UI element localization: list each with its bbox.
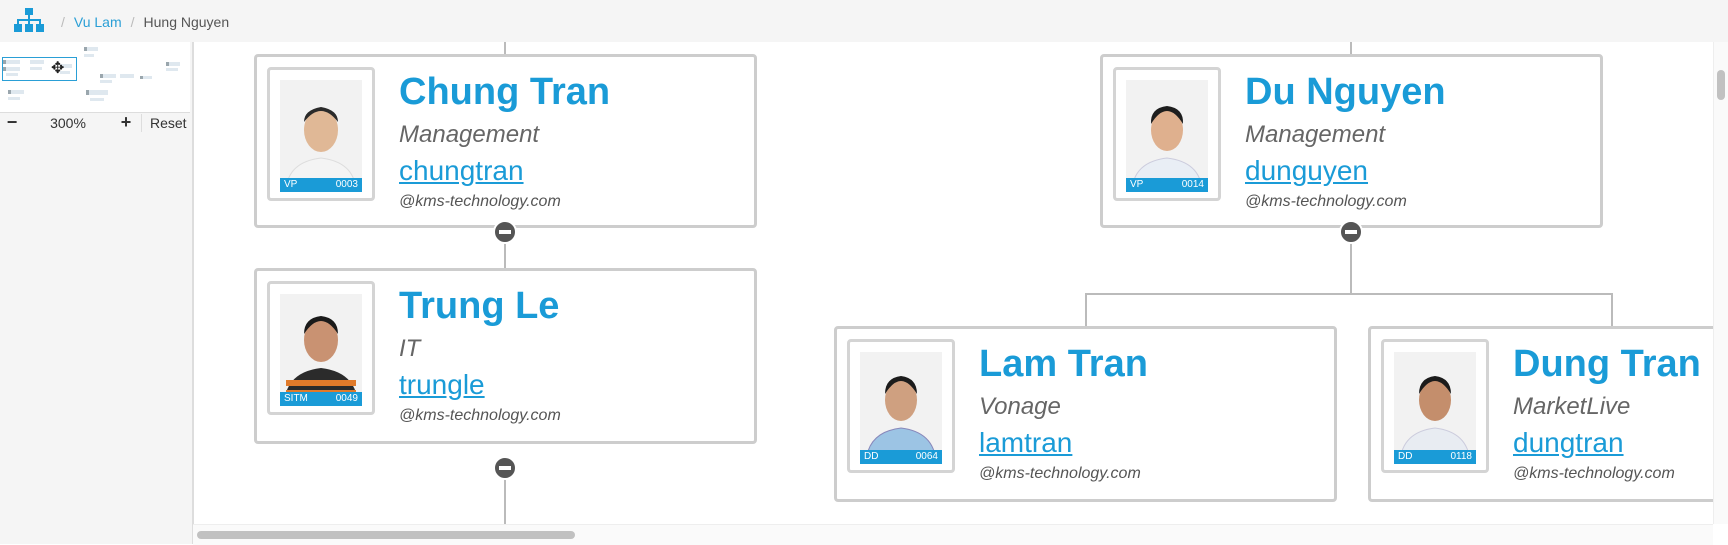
employee-card-du-nguyen[interactable]: VP 0014 Du Nguyen Management dunguyen @km…: [1100, 54, 1603, 228]
employee-photo[interactable]: [860, 352, 942, 462]
photo-frame: SITM 0049: [267, 281, 375, 415]
employee-card-trung-le[interactable]: SITM 0049 Trung Le IT trungle @kms-techno…: [254, 268, 757, 444]
employee-tag: SITM 0049: [280, 392, 362, 406]
minimap-viewport[interactable]: [2, 57, 77, 81]
employee-card-dung-tran[interactable]: DD 0118 Dung Tran MarketLive dungtran @km…: [1368, 326, 1714, 502]
navigator-panel: ✥ − 300% + Reset: [0, 42, 193, 544]
employee-username-link[interactable]: dungtran: [1513, 427, 1624, 459]
connector-line: [504, 476, 506, 524]
collapse-icon[interactable]: [1339, 220, 1363, 244]
minimap[interactable]: ✥: [0, 42, 190, 113]
move-icon[interactable]: ✥: [51, 61, 64, 77]
breadcrumb-item-current: Hung Nguyen: [143, 14, 230, 30]
collapse-icon[interactable]: [493, 220, 517, 244]
employee-card-chung-tran[interactable]: VP 0003 Chung Tran Management chungtran @…: [254, 54, 757, 228]
employee-department: IT: [399, 335, 421, 362]
connector-line: [1085, 293, 1087, 326]
employee-username-link[interactable]: dunguyen: [1245, 155, 1368, 187]
employee-department: Vonage: [979, 393, 1061, 420]
breadcrumb: / Vu Lam / Hung Nguyen: [52, 14, 229, 30]
employee-tag: DD 0064: [860, 450, 942, 464]
person-icon: [1399, 376, 1471, 462]
reset-button[interactable]: Reset: [150, 115, 187, 131]
employee-email-domain: @kms-technology.com: [1245, 193, 1407, 210]
connector-line: [1611, 293, 1613, 326]
employee-department: Management: [399, 121, 540, 148]
employee-id: 0014: [1181, 179, 1204, 190]
employee-email-domain: @kms-technology.com: [399, 407, 561, 424]
grade-label: DD: [1398, 451, 1413, 462]
person-icon: [865, 376, 937, 462]
breadcrumb-separator: /: [61, 14, 65, 30]
employee-id: 0049: [335, 393, 358, 404]
person-icon: [284, 316, 358, 404]
photo-frame: DD 0064: [847, 339, 955, 473]
employee-name: Dung Tran: [1513, 343, 1701, 385]
zoom-out-button[interactable]: −: [4, 112, 20, 132]
employee-photo[interactable]: [1126, 80, 1208, 190]
connector-line: [1350, 42, 1352, 54]
employee-email-domain: @kms-technology.com: [1513, 465, 1675, 482]
horizontal-scrollbar-thumb[interactable]: [197, 531, 575, 539]
employee-card-lam-tran[interactable]: DD 0064 Lam Tran Vonage lamtran @kms-tech…: [834, 326, 1337, 502]
employee-name: Lam Tran: [979, 343, 1148, 385]
divider: [141, 114, 142, 132]
breadcrumb-item-vu-lam[interactable]: Vu Lam: [74, 14, 122, 30]
employee-email-domain: @kms-technology.com: [399, 193, 561, 210]
employee-name: Chung Tran: [399, 71, 611, 113]
minus-icon: −: [6, 112, 18, 132]
zoom-controls: − 300% + Reset: [0, 112, 190, 134]
photo-frame: VP 0003: [267, 67, 375, 201]
collapse-icon[interactable]: [493, 456, 517, 480]
connector-line: [1350, 238, 1352, 294]
vertical-scrollbar[interactable]: [1713, 42, 1728, 524]
employee-username-link[interactable]: chungtran: [399, 155, 524, 187]
employee-id: 0118: [1450, 451, 1472, 462]
connector-line: [1085, 293, 1613, 295]
employee-username-link[interactable]: lamtran: [979, 427, 1072, 459]
photo-frame: VP 0014: [1113, 67, 1221, 201]
employee-tag: DD 0118: [1394, 450, 1476, 464]
employee-email-domain: @kms-technology.com: [979, 465, 1141, 482]
grade-label: VP: [1130, 179, 1144, 190]
vertical-scrollbar-thumb[interactable]: [1717, 70, 1725, 100]
employee-tag: VP 0003: [280, 178, 362, 192]
org-chart-icon[interactable]: [14, 7, 44, 33]
breadcrumb-separator: /: [130, 14, 135, 30]
zoom-level: 300%: [50, 115, 86, 131]
employee-tag: VP 0014: [1126, 178, 1208, 192]
grade-label: DD: [864, 451, 879, 462]
zoom-in-button[interactable]: +: [118, 112, 134, 132]
employee-id: 0003: [335, 179, 358, 190]
top-bar: / Vu Lam / Hung Nguyen: [0, 0, 1728, 43]
employee-photo[interactable]: [280, 294, 362, 404]
employee-id: 0064: [915, 451, 938, 462]
connector-line: [504, 42, 506, 54]
employee-photo[interactable]: [1394, 352, 1476, 462]
org-chart-canvas[interactable]: VP 0003 Chung Tran Management chungtran @…: [193, 42, 1714, 524]
employee-username-link[interactable]: trungle: [399, 369, 485, 401]
plus-icon: +: [120, 112, 132, 132]
person-icon: [1131, 106, 1203, 190]
person-icon: [285, 107, 357, 190]
employee-department: MarketLive: [1513, 393, 1631, 420]
grade-label: VP: [284, 179, 298, 190]
horizontal-scrollbar[interactable]: [193, 524, 1713, 545]
employee-photo[interactable]: [280, 80, 362, 190]
employee-name: Trung Le: [399, 285, 560, 327]
grade-label: SITM: [284, 393, 308, 404]
employee-name: Du Nguyen: [1245, 71, 1446, 113]
photo-frame: DD 0118: [1381, 339, 1489, 473]
employee-department: Management: [1245, 121, 1386, 148]
